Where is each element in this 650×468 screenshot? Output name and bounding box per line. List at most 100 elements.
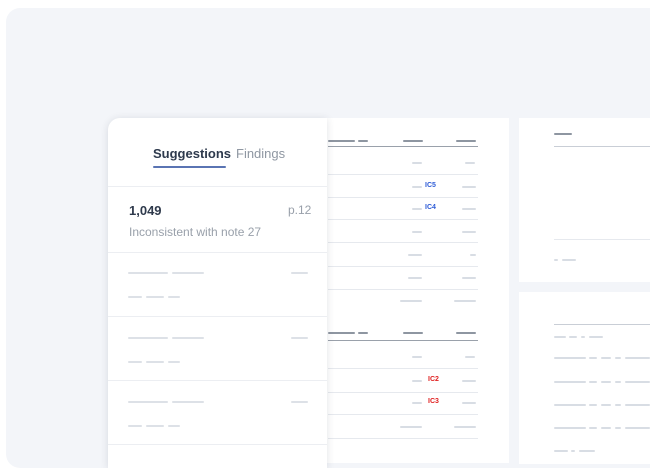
text-placeholder <box>571 450 575 452</box>
text-placeholder <box>291 401 308 403</box>
text-placeholder <box>589 427 597 429</box>
cell-placeholder <box>462 208 476 210</box>
suggestion-item[interactable] <box>108 187 327 251</box>
text-placeholder <box>168 296 180 298</box>
text-placeholder <box>554 450 568 452</box>
text-placeholder <box>128 401 168 403</box>
cell-placeholder <box>412 402 422 404</box>
text-placeholder <box>625 427 650 429</box>
divider <box>108 444 327 445</box>
text-placeholder <box>589 336 603 338</box>
text-placeholder <box>569 336 577 338</box>
row-divider <box>328 219 478 220</box>
table-header-placeholder <box>456 332 476 334</box>
suggestions-panel: Suggestions Findings 1,049 p.12 Inconsis… <box>108 118 327 468</box>
document-page-right-upper <box>519 118 650 282</box>
text-placeholder <box>562 259 576 261</box>
tag-ic5[interactable]: IC5 <box>425 182 436 189</box>
cell-placeholder <box>454 426 476 428</box>
text-placeholder <box>128 425 142 427</box>
text-placeholder <box>601 381 611 383</box>
text-placeholder <box>601 404 611 406</box>
rule <box>554 239 650 240</box>
text-placeholder <box>589 381 597 383</box>
text-placeholder <box>554 404 586 406</box>
row-divider <box>328 392 478 393</box>
text-placeholder <box>601 357 611 359</box>
row-divider <box>328 174 478 175</box>
text-placeholder <box>625 381 650 383</box>
document-table-column: IC5 IC4 IC2 IC3 <box>300 118 509 463</box>
cell-placeholder <box>470 254 476 256</box>
row-divider <box>328 289 478 290</box>
text-placeholder <box>128 272 168 274</box>
row-divider <box>328 197 478 198</box>
text-placeholder <box>146 361 164 363</box>
panel-tabs: Suggestions Findings <box>108 118 327 186</box>
text-placeholder <box>554 336 566 338</box>
tab-findings[interactable]: Findings <box>236 146 285 161</box>
suggestion-description: Inconsistent with note 27 <box>129 225 262 239</box>
table-header-placeholder <box>358 140 368 142</box>
suggestion-item-placeholder[interactable] <box>108 381 327 444</box>
cell-placeholder <box>412 208 422 210</box>
row-divider <box>328 438 478 439</box>
text-placeholder <box>172 401 204 403</box>
tag-ic2[interactable]: IC2 <box>428 376 439 383</box>
row-divider <box>328 368 478 369</box>
cell-placeholder <box>454 300 476 302</box>
cell-placeholder <box>412 186 422 188</box>
row-divider <box>328 266 478 267</box>
suggestion-item-placeholder[interactable] <box>108 253 327 316</box>
cell-placeholder <box>465 356 475 358</box>
text-placeholder <box>601 427 611 429</box>
table-header-placeholder <box>403 140 423 142</box>
active-tab-indicator <box>153 166 226 168</box>
cell-placeholder <box>462 380 476 382</box>
rule <box>554 146 650 147</box>
text-placeholder <box>615 404 621 406</box>
text-placeholder <box>146 425 164 427</box>
text-placeholder <box>625 404 650 406</box>
tab-suggestions[interactable]: Suggestions <box>153 146 231 161</box>
text-placeholder <box>554 357 586 359</box>
text-placeholder <box>128 361 142 363</box>
text-placeholder <box>554 427 586 429</box>
cell-placeholder <box>408 254 422 256</box>
text-placeholder <box>291 337 308 339</box>
heading-placeholder <box>554 133 572 135</box>
cell-placeholder <box>400 300 422 302</box>
cell-placeholder <box>462 231 476 233</box>
text-placeholder <box>168 361 180 363</box>
text-placeholder <box>579 450 595 452</box>
table-header-placeholder <box>358 332 368 334</box>
table-header-rule <box>328 146 478 147</box>
cell-placeholder <box>412 162 422 164</box>
document-page-right-lower <box>519 292 650 464</box>
text-placeholder <box>589 357 597 359</box>
text-placeholder <box>589 404 597 406</box>
table-header-placeholder <box>328 332 355 334</box>
text-placeholder <box>168 425 180 427</box>
text-placeholder <box>615 357 621 359</box>
text-placeholder <box>146 296 164 298</box>
text-placeholder <box>581 336 585 338</box>
row-divider <box>328 242 478 243</box>
cell-placeholder <box>412 380 422 382</box>
rule <box>554 324 650 325</box>
text-placeholder <box>291 272 308 274</box>
tag-ic4[interactable]: IC4 <box>425 204 436 211</box>
suggestion-page: p.12 <box>288 203 312 217</box>
suggestion-value: 1,049 <box>129 203 162 218</box>
text-placeholder <box>554 259 558 261</box>
cell-placeholder <box>462 402 476 404</box>
text-placeholder <box>172 337 204 339</box>
text-placeholder <box>625 357 650 359</box>
table-header-placeholder <box>456 140 476 142</box>
cell-placeholder <box>462 277 476 279</box>
cell-placeholder <box>400 426 422 428</box>
text-placeholder <box>172 272 204 274</box>
cell-placeholder <box>412 231 422 233</box>
suggestion-item-placeholder[interactable] <box>108 317 327 380</box>
tag-ic3[interactable]: IC3 <box>428 398 439 405</box>
